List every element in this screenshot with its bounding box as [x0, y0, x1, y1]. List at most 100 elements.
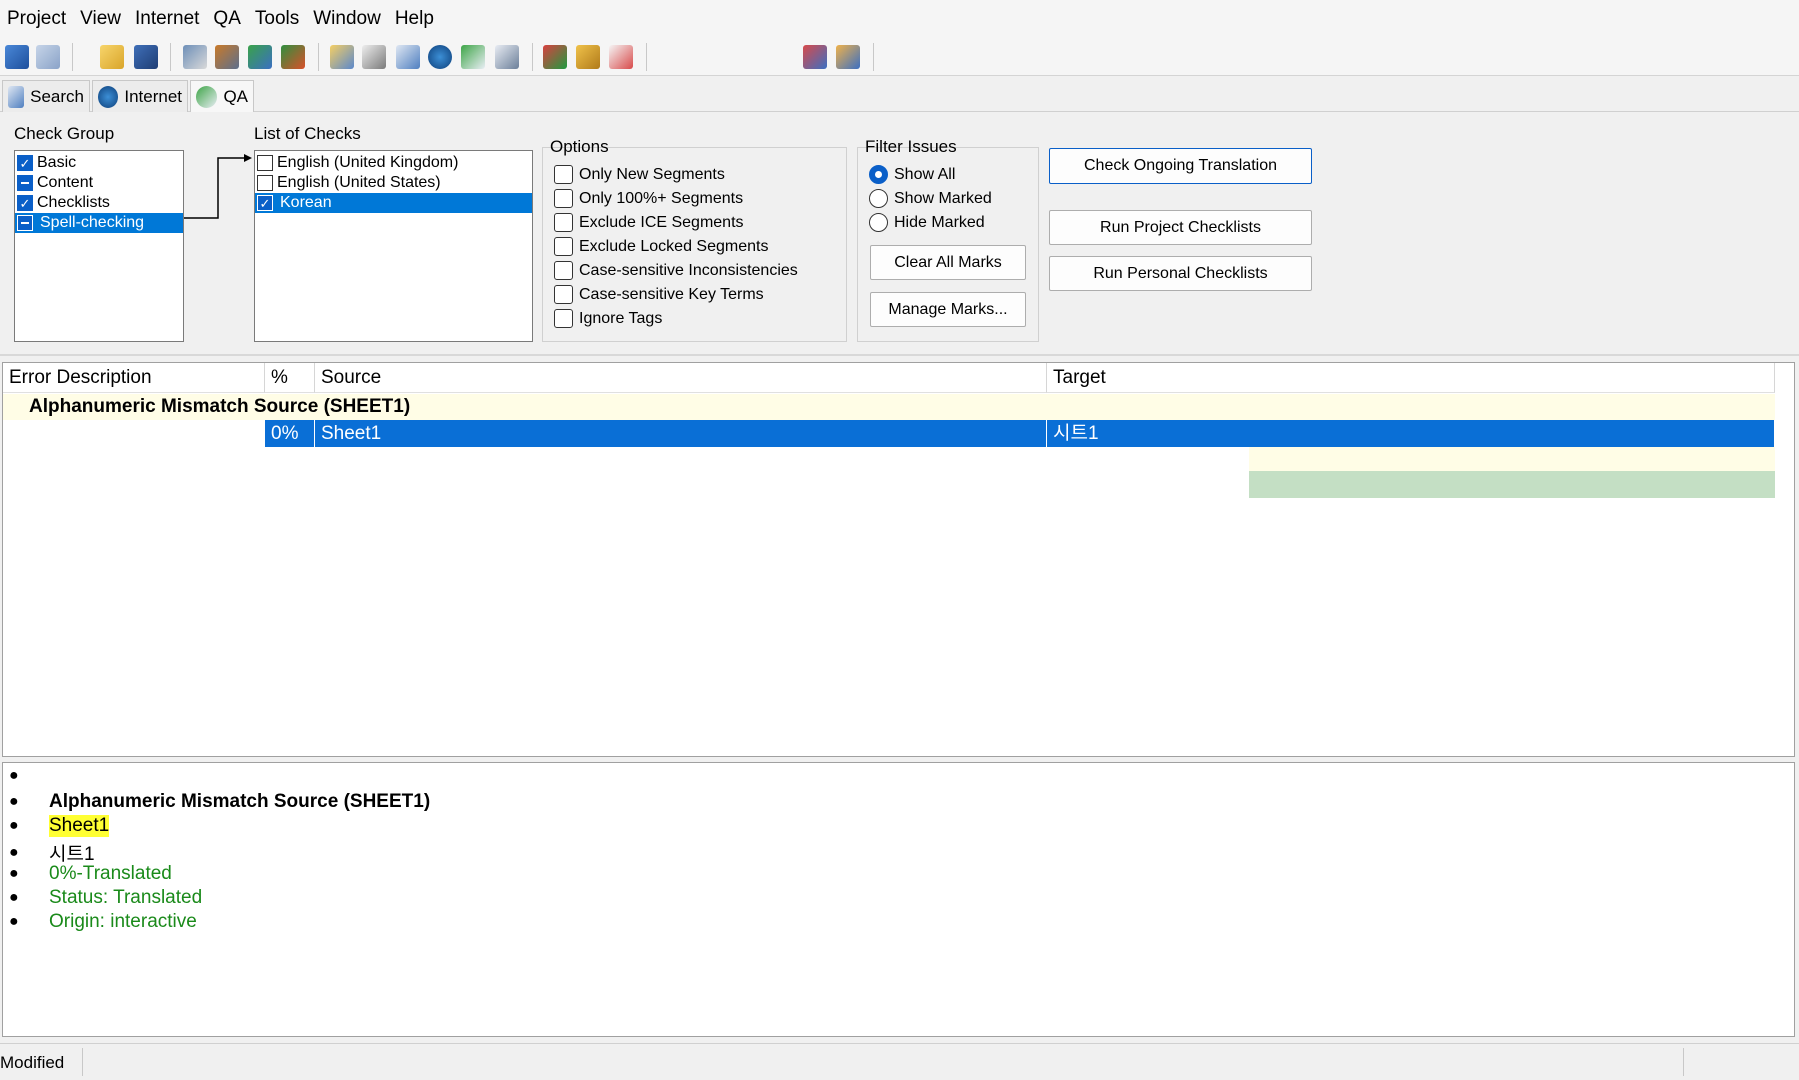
checkbox[interactable] [17, 175, 33, 191]
checkbox[interactable] [257, 175, 273, 191]
toolbar-separator [170, 43, 171, 71]
option-exclude-locked-segments[interactable]: Exclude Locked Segments [554, 237, 768, 256]
tab-qa[interactable]: QA [190, 80, 254, 112]
column-header-error-description[interactable]: Error Description [3, 363, 265, 393]
spellcheck-icon[interactable] [543, 45, 567, 69]
check-item-en-gb[interactable]: English (United Kingdom) [255, 153, 532, 173]
list-item: ● 시트1 [9, 839, 95, 866]
list-item: ● 0%-Translated [9, 863, 172, 884]
toolbar-separator [532, 43, 533, 71]
status-text: Modified [0, 1053, 65, 1072]
menu-view[interactable]: View [73, 0, 128, 38]
tab-internet[interactable]: Internet [92, 80, 188, 112]
menu-project[interactable]: Project [0, 0, 73, 38]
check-group-item-spell-checking[interactable]: Spell-checking [15, 213, 183, 233]
manage-marks-button[interactable]: Manage Marks... [870, 292, 1026, 327]
list-icon[interactable] [362, 45, 386, 69]
radio-show-marked[interactable]: Show Marked [869, 189, 992, 208]
save-icon[interactable] [134, 45, 158, 69]
row-highlight-yellow [1249, 447, 1775, 471]
column-header-source[interactable]: Source [315, 363, 1047, 393]
refresh-icon[interactable] [248, 45, 272, 69]
group-row[interactable]: Alphanumeric Mismatch Source (SHEET1) [3, 394, 1775, 420]
cell-source: Sheet1 [315, 420, 1047, 447]
list-item: ● Origin: interactive [9, 911, 197, 932]
forward-icon[interactable] [36, 45, 60, 69]
menu-internet[interactable]: Internet [128, 0, 206, 38]
column-header-target[interactable]: Target [1047, 363, 1775, 393]
qa-icon[interactable] [461, 45, 485, 69]
users-icon[interactable] [836, 45, 860, 69]
search-doc-icon[interactable] [396, 45, 420, 69]
radio[interactable] [869, 165, 888, 184]
tab-search[interactable]: Search [2, 80, 90, 112]
check-item-korean[interactable]: ✓ Korean [255, 193, 532, 213]
checkbox[interactable] [554, 309, 573, 328]
menu-help[interactable]: Help [388, 0, 441, 38]
detail-status: Status: Translated [49, 887, 203, 908]
checkbox[interactable]: ✓ [257, 195, 273, 211]
option-only-new-segments[interactable]: Only New Segments [554, 165, 725, 184]
checkbox[interactable]: ✓ [17, 195, 33, 211]
check-group-item-basic[interactable]: ✓ Basic [15, 153, 183, 173]
check-item-en-us[interactable]: English (United States) [255, 173, 532, 193]
project-icon[interactable] [183, 45, 207, 69]
checkbox[interactable] [554, 237, 573, 256]
option-exclude-ice-segments[interactable]: Exclude ICE Segments [554, 213, 744, 232]
clear-all-marks-button[interactable]: Clear All Marks [870, 245, 1026, 280]
table-row[interactable]: 0% Sheet1 시트1 [265, 420, 1775, 447]
globe-icon [98, 85, 119, 108]
checkbox[interactable] [257, 155, 273, 171]
option-case-sensitive-inconsistencies[interactable]: Case-sensitive Inconsistencies [554, 261, 798, 280]
toolbar-separator [318, 43, 319, 71]
detail-pane: ● ● Alphanumeric Mismatch Source (SHEET1)… [2, 762, 1795, 1037]
menu-bar: Project View Internet QA Tools Window He… [0, 0, 1799, 38]
radio-hide-marked[interactable]: Hide Marked [869, 213, 985, 232]
folder-icon[interactable] [330, 45, 354, 69]
shield-icon[interactable] [609, 45, 633, 69]
menu-window[interactable]: Window [306, 0, 388, 38]
option-ignore-tags[interactable]: Ignore Tags [554, 309, 662, 328]
open-folder-icon[interactable] [100, 45, 124, 69]
check-group-item-checklists[interactable]: ✓ Checklists [15, 193, 183, 213]
checkbox[interactable] [554, 213, 573, 232]
option-only-100-segments[interactable]: Only 100%+ Segments [554, 189, 743, 208]
checkbox[interactable] [554, 285, 573, 304]
gear-icon[interactable] [576, 45, 600, 69]
cell-target: 시트1 [1047, 420, 1775, 447]
run-project-checklists-button[interactable]: Run Project Checklists [1049, 210, 1312, 245]
checkbox[interactable] [554, 189, 573, 208]
run-personal-checklists-button[interactable]: Run Personal Checklists [1049, 256, 1312, 291]
checklist-icon[interactable] [495, 45, 519, 69]
settings-icon[interactable] [215, 45, 239, 69]
check-group-item-content[interactable]: Content [15, 173, 183, 193]
qa-results-grid: Error Description % Source Target Alphan… [2, 362, 1795, 757]
menu-qa[interactable]: QA [206, 0, 247, 38]
radio-show-all[interactable]: Show All [869, 165, 955, 184]
check-group-list: ✓ Basic Content ✓ Checklists Spell-check… [14, 150, 184, 342]
detail-source: Sheet1 [49, 815, 110, 837]
check-group-label: Check Group [14, 124, 115, 143]
detail-target: 시트1 [49, 844, 95, 865]
tree-icon[interactable] [803, 45, 827, 69]
radio[interactable] [869, 213, 888, 232]
row-highlight-green [1249, 471, 1775, 498]
menu-tools[interactable]: Tools [248, 0, 306, 38]
back-icon[interactable] [5, 45, 29, 69]
checkbox[interactable] [554, 261, 573, 280]
toolbar-separator [646, 43, 647, 71]
radio[interactable] [869, 189, 888, 208]
checkbox[interactable]: ✓ [17, 155, 33, 171]
cell-percent: 0% [265, 420, 315, 447]
search-icon[interactable] [428, 45, 452, 69]
option-case-sensitive-key-terms[interactable]: Case-sensitive Key Terms [554, 285, 764, 304]
tools-icon[interactable] [281, 45, 305, 69]
check-ongoing-translation-button[interactable]: Check Ongoing Translation [1049, 148, 1312, 184]
qa-check-icon [196, 85, 218, 108]
checkbox[interactable] [17, 215, 33, 231]
toolbar [0, 38, 1799, 76]
list-item: ● [9, 767, 19, 784]
checkbox[interactable] [554, 165, 573, 184]
column-header-percent[interactable]: % [265, 363, 315, 393]
splitter[interactable] [0, 354, 1799, 356]
